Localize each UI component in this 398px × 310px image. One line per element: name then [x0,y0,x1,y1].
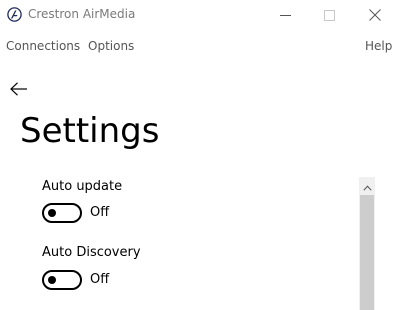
maximize-icon [323,9,335,21]
back-arrow-icon [10,81,28,100]
minimize-icon [279,10,291,21]
minimize-button[interactable] [262,0,308,30]
maximize-button[interactable] [306,0,352,30]
auto-discovery-label: Auto Discovery [42,245,141,260]
menu-bar: Connections Options Help [0,36,398,58]
menu-options[interactable]: Options [88,39,134,53]
toggle-knob [48,209,56,217]
title-bar: Crestron AirMedia [0,0,398,30]
close-icon [369,9,381,21]
scroll-up-arrow-icon [362,176,372,195]
auto-discovery-toggle[interactable] [42,270,82,290]
scrollbar-thumb[interactable] [360,195,374,310]
auto-update-state: Off [90,205,110,220]
menu-help[interactable]: Help [365,39,392,53]
menu-connections[interactable]: Connections [6,39,80,53]
back-button[interactable] [8,80,30,100]
toggle-knob [48,276,56,284]
window-title: Crestron AirMedia [28,7,136,21]
page-title: Settings [20,111,160,151]
scroll-up-button[interactable] [359,177,375,194]
auto-discovery-state: Off [90,272,110,287]
crestron-airmedia-logo-icon [7,7,22,22]
auto-update-label: Auto update [42,179,123,194]
vertical-scrollbar[interactable] [359,177,375,310]
close-button[interactable] [352,0,398,30]
auto-update-toggle[interactable] [42,203,82,223]
